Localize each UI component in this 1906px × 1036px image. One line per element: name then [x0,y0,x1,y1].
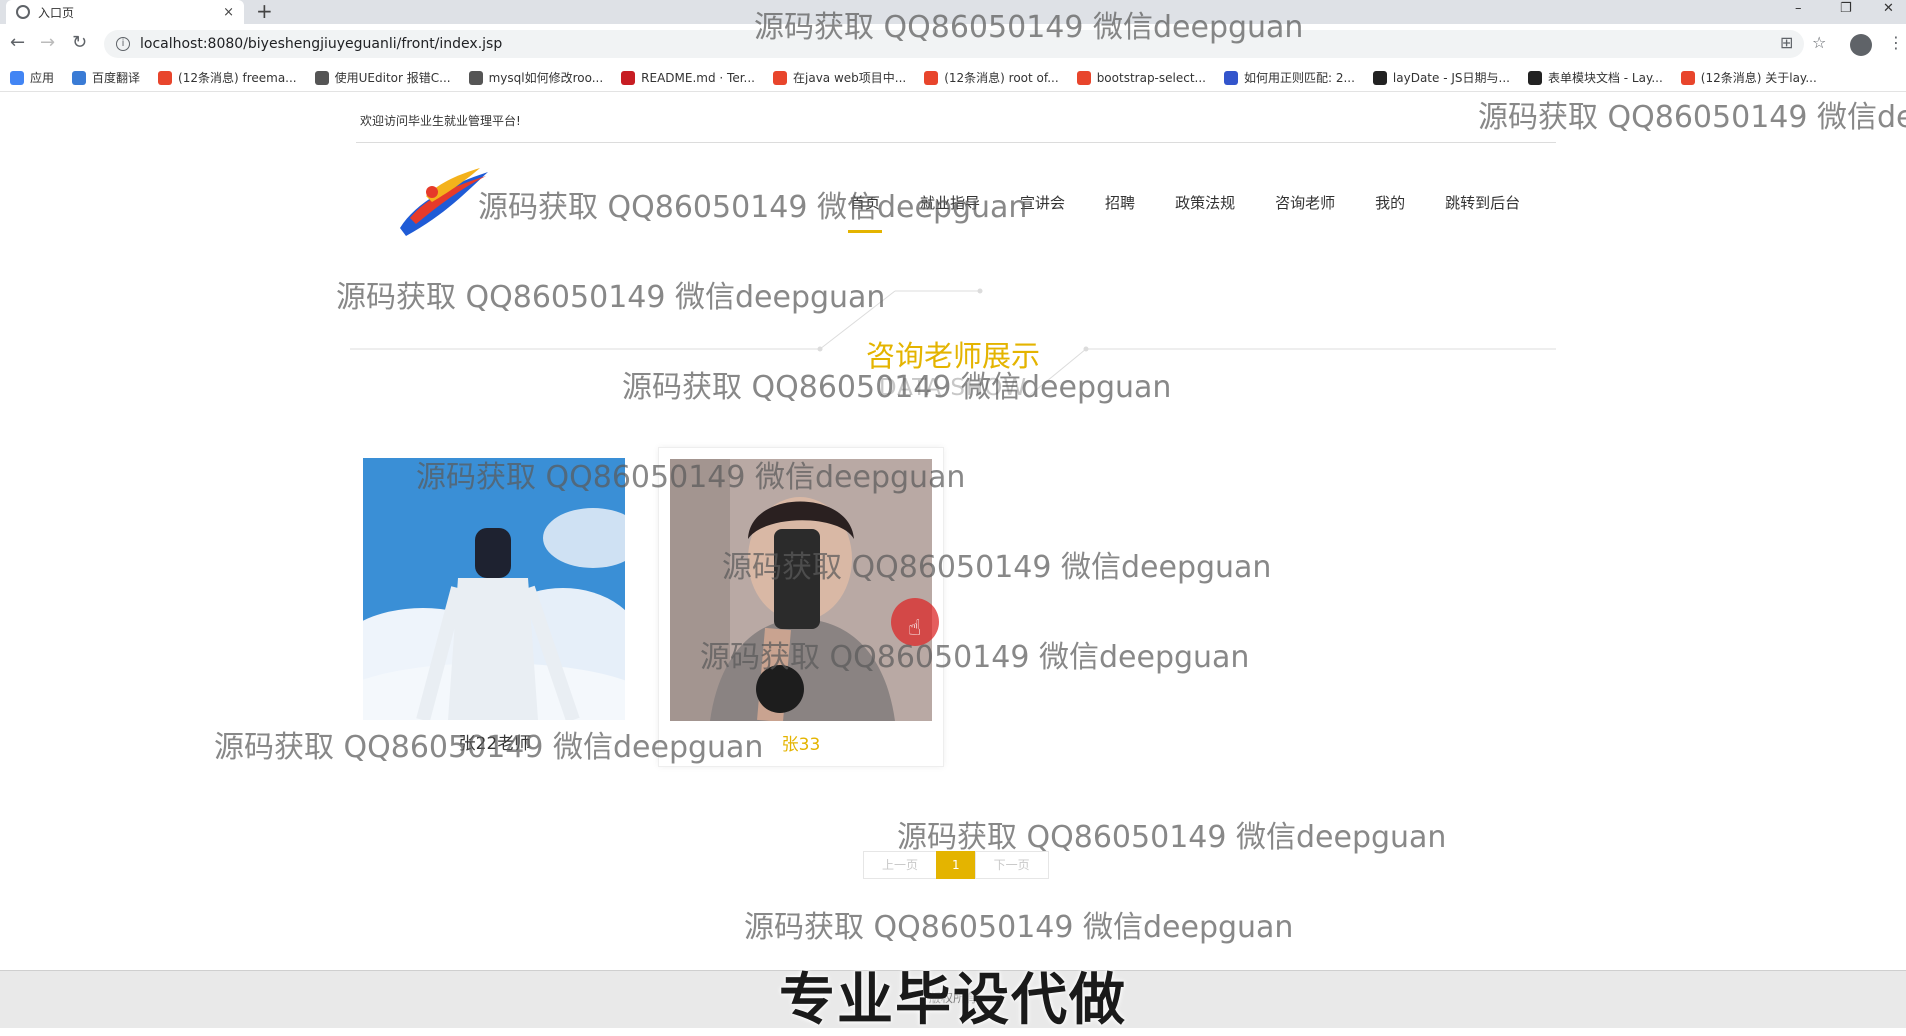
prev-page-button[interactable]: 上一页 [863,851,938,879]
bookmarks-bar: 应用 百度翻译 (12条消息) freema... 使用UEditor 报错C... m… [0,64,1906,92]
bookmark-label: (12条消息) freema... [178,71,297,85]
bookmark-item[interactable]: 如何用正则匹配: 2... [1223,69,1355,86]
teacher-card-list: 张22老师 张33 [352,447,964,767]
bookmark-item[interactable]: 使用UEditor 报错C... [314,69,451,86]
minimize-icon[interactable]: – [1795,0,1802,24]
site-info-icon[interactable]: i [116,37,130,51]
restore-icon[interactable]: ❐ [1840,0,1852,24]
bookmark-label: mysql如何修改roo... [488,71,604,85]
bookmark-label: layDate - JS日期与... [1392,71,1510,85]
section-title: 咨询老师展示 [865,339,1040,373]
teacher-card[interactable]: 张22老师 [352,447,638,767]
csdn-icon [1680,70,1695,85]
translate-icon [72,70,87,85]
bookmark-item[interactable]: (12条消息) 关于lay... [1680,69,1817,86]
globe-icon [16,5,30,19]
bookmark-item[interactable]: 百度翻译 [72,69,140,86]
bookmark-star-icon[interactable]: ☆ [1812,33,1826,52]
nav-item[interactable]: 宣讲会 [1020,192,1065,213]
gitee-icon [621,70,636,85]
close-window-icon[interactable]: ✕ [1883,0,1894,24]
url-text: localhost:8080/biyeshengjiuyeguanli/fron… [140,36,503,52]
pagination: 上一页 1 下一页 [863,851,1049,879]
teacher-photo[interactable] [670,459,932,721]
bookmark-label: 在java web项目中... [793,71,907,85]
bookmark-item[interactable]: layDate - JS日期与... [1372,69,1510,86]
reload-icon[interactable]: ↻ [72,32,87,53]
teacher-photo[interactable] [363,458,625,720]
nav-item[interactable]: 首页 [847,192,883,233]
layui-icon [1527,70,1542,85]
address-bar[interactable]: i localhost:8080/biyeshengjiuyeguanli/fr… [104,30,1804,58]
bookmark-item[interactable]: 在java web项目中... [773,69,906,86]
link-icon [468,70,483,85]
promo-banner: 专业毕设代做 [779,968,1127,1033]
nav-item[interactable]: 政策法规 [1175,192,1235,213]
bookmark-label: 使用UEditor 报错C... [334,71,451,85]
bookmark-item[interactable]: 表单模块文档 - Lay... [1527,69,1663,86]
link-icon [314,70,329,85]
layui-icon [1372,70,1387,85]
forward-arrow-icon[interactable]: → [40,32,55,53]
bookmark-label: 应用 [30,71,55,85]
csdn-icon [924,70,939,85]
section-header: 咨询老师展示 DATA SHOW [350,277,1556,401]
apps-grid-icon [10,70,24,85]
hand-cursor-icon: ☝ [908,616,922,641]
current-page-button[interactable]: 1 [936,851,976,879]
bookmark-icon [1076,70,1091,85]
bookmark-label: bootstrap-select... [1096,70,1206,85]
next-page-button[interactable]: 下一页 [974,851,1049,879]
nav-item[interactable]: 招聘 [1105,192,1135,213]
nav-item[interactable]: 就业指导 [920,192,980,213]
bookmark-item[interactable]: mysql如何修改roo... [468,69,604,86]
paw-icon [1223,70,1238,85]
welcome-text: 欢迎访问毕业生就业管理平台! [360,114,521,128]
bookmark-label: (12条消息) 关于lay... [1700,71,1817,85]
bookmark-label: 百度翻译 [92,71,141,85]
browser-tab-strip: 入口页 × + – ❐ ✕ [0,0,1906,24]
translate-icon[interactable]: ⊞ [1780,33,1793,52]
site-logo [400,168,488,236]
new-tab-button[interactable]: + [256,0,273,24]
teacher-name[interactable]: 张22老师 [352,729,638,754]
teacher-name[interactable]: 张33 [659,730,943,755]
csdn-icon [158,70,173,85]
profile-avatar-icon[interactable] [1850,34,1872,56]
main-nav: 首页 就业指导 宣讲会 招聘 政策法规 咨询老师 我的 跳转到后台 [847,192,1560,233]
csdn-icon [773,70,787,85]
nav-item[interactable]: 跳转到后台 [1445,192,1520,213]
nav-item[interactable]: 我的 [1375,192,1405,213]
bookmark-item[interactable]: 应用 [10,69,54,86]
bookmark-label: (12条消息) root of... [944,71,1059,85]
menu-kebab-icon[interactable]: ⋮ [1888,33,1904,52]
section-subtitle: DATA SHOW [878,375,1028,401]
nav-item[interactable]: 咨询老师 [1275,192,1335,213]
bookmark-label: README.md · Ter... [641,70,755,85]
browser-toolbar: ← → ↻ i localhost:8080/biyeshengjiuyegua… [0,24,1906,64]
bookmark-label: 如何用正则匹配: 2... [1243,71,1355,85]
bookmark-item[interactable]: bootstrap-select... [1076,70,1206,85]
bookmark-item[interactable]: (12条消息) freema... [158,69,297,86]
bookmark-item[interactable]: README.md · Ter... [621,70,755,85]
bookmark-item[interactable]: (12条消息) root of... [924,69,1059,86]
tab-close-icon[interactable]: × [223,5,234,20]
browser-tab[interactable]: 入口页 × [6,0,244,24]
tab-title: 入口页 [38,5,75,20]
page-content: 欢迎访问毕业生就业管理平台! 首页 就业指导 宣讲会 招聘 政策法规 咨询老师 我的 跳转到后… [0,92,1906,970]
back-arrow-icon[interactable]: ← [10,32,25,53]
bookmark-label: 表单模块文档 - Lay... [1547,71,1663,85]
header-divider [356,142,1556,143]
